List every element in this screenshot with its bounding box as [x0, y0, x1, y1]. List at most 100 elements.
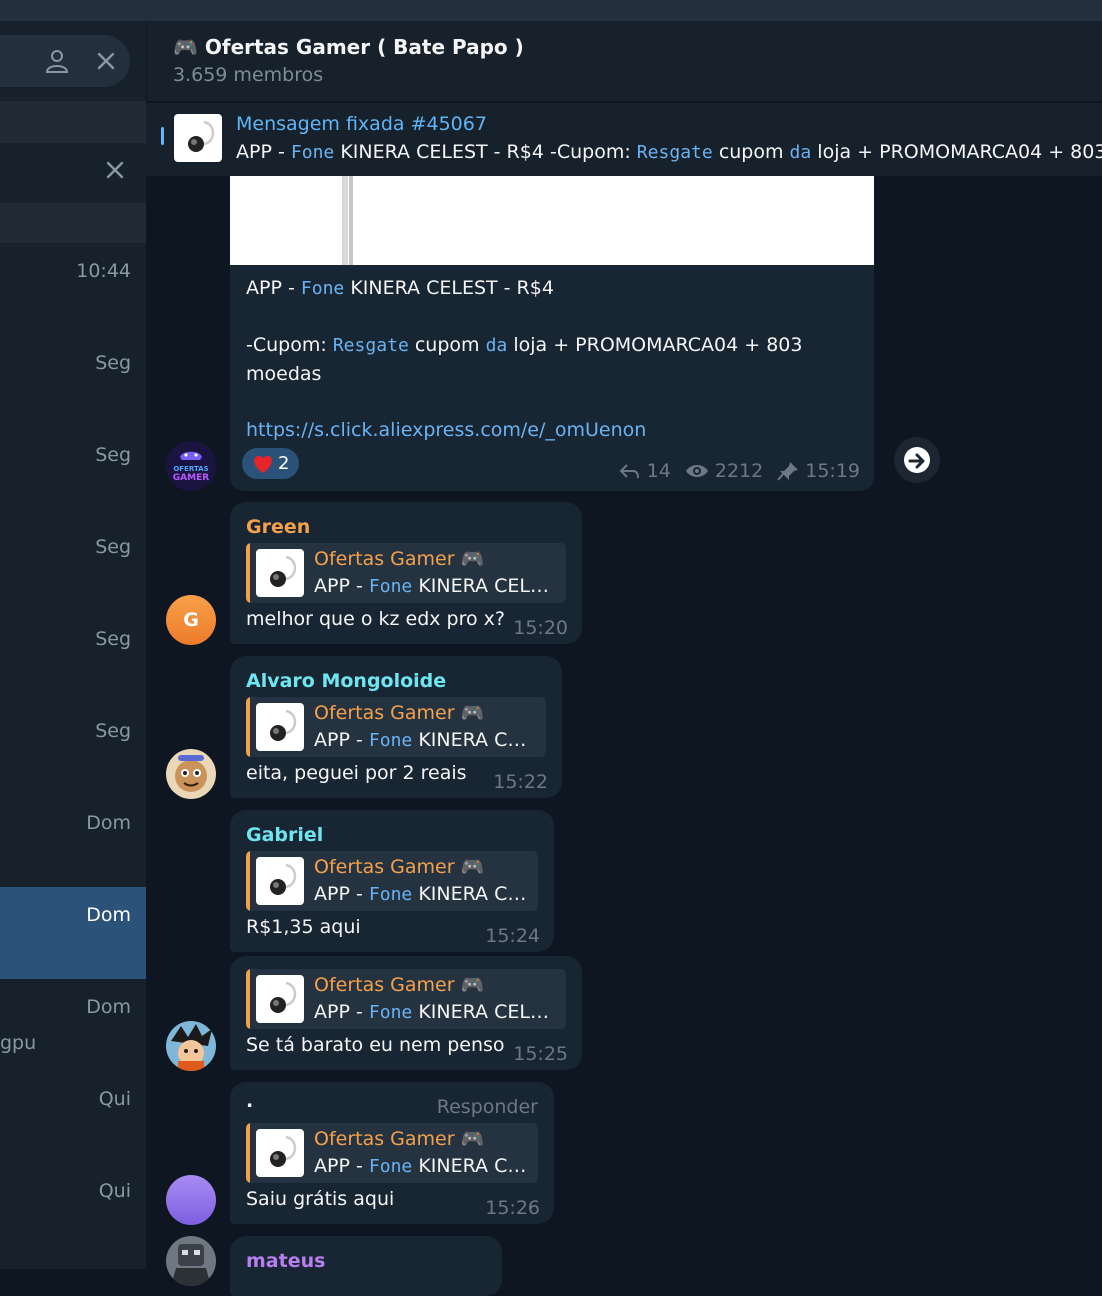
chat-list-item[interactable]: Seg [0, 434, 146, 526]
post-image[interactable] [230, 176, 874, 265]
reaction-count: 2 [278, 453, 290, 474]
chat-list-item[interactable]: Dom [0, 802, 146, 894]
chat-list-item[interactable]: Seg [0, 342, 146, 434]
quote-author: Ofertas Gamer 🎮 [314, 856, 485, 878]
message-bubble: mateus [230, 1236, 502, 1296]
post-text: APP - Fone KINERA CELEST - R$4 -Cupom: R… [246, 277, 803, 441]
member-count: 3.659 membros [173, 64, 324, 86]
reply-arrow-icon [619, 464, 639, 479]
channel-avatar[interactable]: OFERTAS GAMER [166, 441, 216, 491]
chat-time: Dom [86, 904, 131, 926]
avatar[interactable] [166, 1175, 216, 1225]
chat-list-item[interactable]: Qui [0, 1170, 146, 1262]
top-strip [0, 0, 1102, 21]
avatar[interactable] [166, 1236, 216, 1286]
quoted-message[interactable]: Ofertas Gamer 🎮 APP - Fone KINERA CELEST… [246, 1123, 538, 1183]
message-text: melhor que o kz edx pro x? [246, 608, 505, 630]
sender-name[interactable]: Green [246, 516, 310, 538]
view-count: 2212 [714, 460, 764, 482]
channel-avatar-text: OFERTAS [173, 465, 208, 473]
avatar[interactable]: G [166, 595, 216, 645]
message-time: 15:22 [493, 771, 548, 793]
chat-list-item[interactable]: 10:44 [0, 250, 146, 342]
quote-text: APP - Fone KINERA CELEST - R$4 [314, 883, 528, 905]
post-link[interactable]: https://s.click.aliexpress.com/e/_omUeno… [246, 419, 646, 441]
chat-title: 🎮 Ofertas Gamer ( Bate Papo ) [173, 35, 524, 59]
pinned-indicator [161, 127, 164, 145]
reply-label[interactable]: Responder [437, 1096, 538, 1118]
avatar[interactable] [166, 749, 216, 799]
message-text: Se tá barato eu nem penso [246, 1034, 505, 1056]
cartoon-face-icon [175, 755, 207, 792]
heart-icon [254, 455, 272, 473]
message-bubble: Green Ofertas Gamer 🎮 APP - Fone KINERA … [230, 502, 582, 644]
close-icon[interactable] [95, 50, 117, 72]
chat-list-sidebar: 10:44 Seg Seg Seg Seg Seg Dom Dom Dom gpu… [0, 21, 146, 1269]
post-meta: 14 2212 15:19 [619, 460, 860, 482]
forward-button[interactable] [894, 437, 940, 483]
user-icon[interactable] [44, 48, 70, 74]
sender-name[interactable]: . [246, 1090, 253, 1112]
message-text: eita, peguei por 2 reais [246, 762, 467, 784]
heart-reaction[interactable]: 2 [242, 448, 300, 479]
earphone-thumbnail [256, 549, 304, 597]
quote-author: Ofertas Gamer 🎮 [314, 548, 485, 570]
post-time: 15:19 [805, 460, 860, 482]
quoted-message[interactable]: Ofertas Gamer 🎮 APP - Fone KINERA CELEST… [246, 851, 538, 911]
pin-icon [777, 462, 799, 481]
message-time: 15:25 [513, 1043, 568, 1065]
quote-text: APP - Fone KINERA CELEST - R$4 [314, 729, 536, 751]
quote-text: APP - Fone KINERA CELEST - R$4 [314, 575, 556, 597]
sender-name[interactable]: Alvaro Mongoloide [246, 670, 446, 692]
chat-list-item[interactable]: Qui [0, 1078, 146, 1170]
chat-time: 10:44 [76, 260, 131, 282]
earphone-thumbnail [256, 1129, 304, 1177]
quoted-message[interactable]: Ofertas Gamer 🎮 APP - Fone KINERA CELEST… [246, 543, 566, 603]
forward-arrow-icon [904, 447, 930, 473]
quote-author: Ofertas Gamer 🎮 [314, 1128, 485, 1150]
quote-text: APP - Fone KINERA CELEST - R$4 [314, 1155, 528, 1177]
sender-name[interactable]: Gabriel [246, 824, 323, 846]
pinned-text: APP - Fone KINERA CELEST - R$4 -Cupom: R… [236, 141, 1102, 163]
avatar[interactable] [166, 1021, 216, 1071]
earphone-thumbnail [174, 114, 222, 162]
eye-icon [685, 465, 708, 477]
chat-list-item[interactable]: Seg [0, 710, 146, 802]
channel-avatar-text: GAMER [173, 473, 209, 483]
quoted-message[interactable]: Ofertas Gamer 🎮 APP - Fone KINERA CELEST… [246, 697, 546, 757]
message-bubble: Gabriel Ofertas Gamer 🎮 APP - Fone KINER… [230, 810, 554, 952]
chat-list-item[interactable]: Seg [0, 526, 146, 618]
search-box[interactable] [0, 35, 130, 87]
chat-time: Seg [95, 444, 131, 466]
anime-avatar-icon [171, 1024, 212, 1071]
quote-text: APP - Fone KINERA CELEST - R$4 [314, 1001, 556, 1023]
message-text: R$1,35 aqui [246, 916, 361, 938]
quote-author: Ofertas Gamer 🎮 [314, 974, 485, 996]
message-bubble: . Responder Ofertas Gamer 🎮 APP - Fone K… [230, 1082, 554, 1224]
quoted-message[interactable]: Ofertas Gamer 🎮 APP - Fone KINERA CELEST… [246, 969, 566, 1029]
chat-list-item-active[interactable]: Dom [0, 887, 146, 979]
chat-time: Dom [86, 996, 131, 1018]
pinned-title: Mensagem fixada #45067 [236, 113, 487, 135]
close-icon[interactable] [104, 159, 126, 181]
chat-time: Seg [95, 628, 131, 650]
filter-band-2 [0, 203, 146, 243]
pinned-message-bar[interactable]: Mensagem fixada #45067 APP - Fone KINERA… [146, 102, 1102, 177]
chat-time: Qui [98, 1088, 131, 1110]
chat-time: Seg [95, 720, 131, 742]
quote-author: Ofertas Gamer 🎮 [314, 702, 485, 724]
robot-avatar-icon [171, 1244, 211, 1286]
gamepad-logo-icon: OFERTAS GAMER [173, 451, 209, 483]
earphone-thumbnail [256, 703, 304, 751]
filter-band [0, 101, 146, 143]
chat-header[interactable]: 🎮 Ofertas Gamer ( Bate Papo ) 3.659 memb… [146, 21, 1102, 101]
chat-list-item[interactable]: Dom gpu [0, 986, 146, 1078]
earphone-thumbnail [256, 975, 304, 1023]
message-time: 15:20 [513, 617, 568, 639]
earphone-thumbnail [256, 857, 304, 905]
chat-time: Dom [86, 812, 131, 834]
reply-count: 14 [646, 460, 671, 482]
chat-list-item[interactable]: Seg [0, 618, 146, 710]
chat-time: Seg [95, 352, 131, 374]
message-bubble: Alvaro Mongoloide Ofertas Gamer 🎮 APP - … [230, 656, 562, 798]
